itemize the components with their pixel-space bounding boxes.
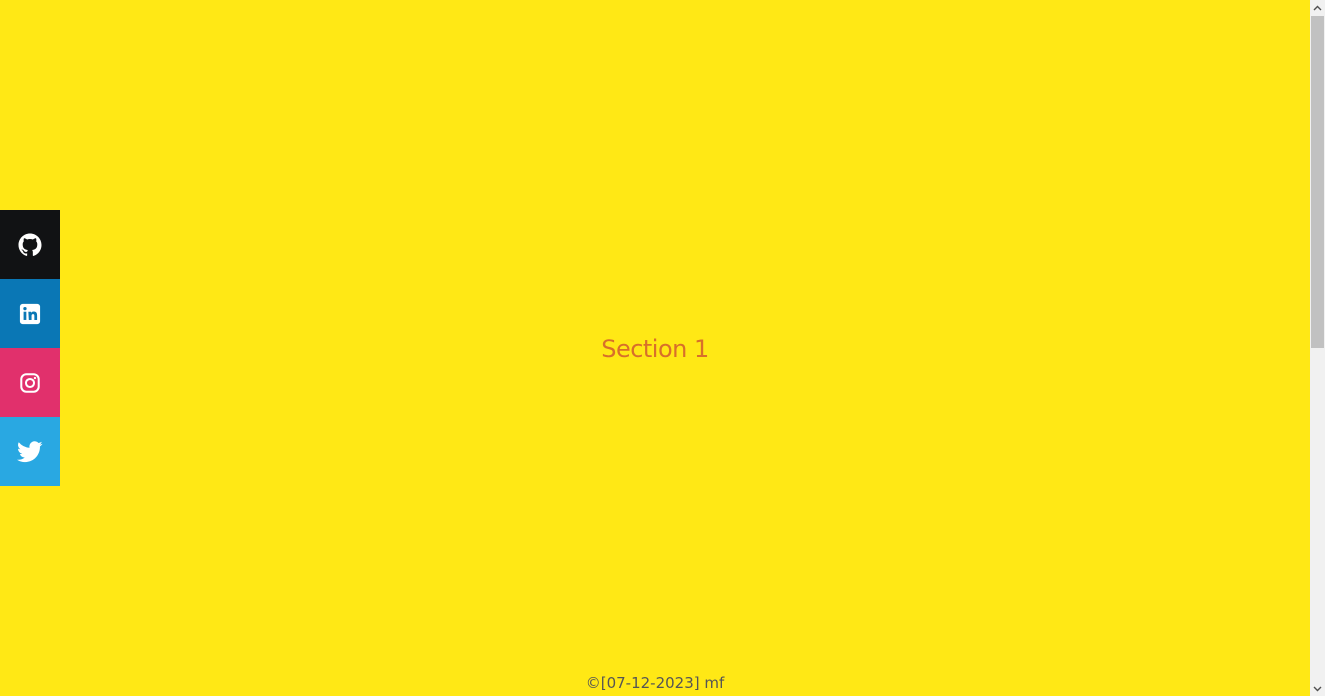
vertical-scrollbar[interactable]: [1310, 0, 1325, 696]
section-title: Section 1: [601, 335, 709, 363]
github-icon: [18, 233, 42, 257]
scroll-down-button[interactable]: [1310, 681, 1325, 696]
chevron-up-icon: [1313, 5, 1322, 10]
github-link[interactable]: [0, 210, 60, 279]
linkedin-icon: [19, 303, 41, 325]
section-1: Section 1 ©[07-12-2023] mf: [0, 0, 1310, 696]
twitter-icon: [17, 440, 43, 463]
linkedin-link[interactable]: [0, 279, 60, 348]
footer-copyright: ©[07-12-2023] mf: [585, 674, 725, 692]
page: Section 1 ©[07-12-2023] mf: [0, 0, 1325, 696]
twitter-link[interactable]: [0, 417, 60, 486]
scroll-up-button[interactable]: [1310, 0, 1325, 15]
instagram-link[interactable]: [0, 348, 60, 417]
instagram-icon: [19, 372, 41, 394]
social-sidebar: [0, 210, 60, 486]
scroll-thumb[interactable]: [1311, 16, 1324, 348]
chevron-down-icon: [1313, 686, 1322, 691]
